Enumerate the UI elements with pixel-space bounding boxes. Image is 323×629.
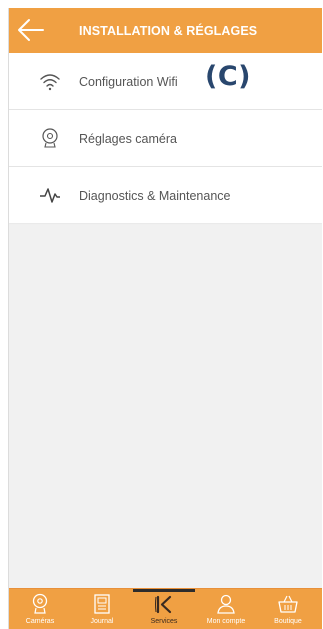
menu-item-label: Configuration Wifi	[79, 75, 178, 89]
menu-item-diagnostics[interactable]: Diagnostics & Maintenance	[9, 167, 322, 223]
tab-label: Mon compte	[206, 618, 246, 625]
k-logo-icon	[155, 595, 172, 614]
header-bar: INSTALLATION & RÉGLAGES	[9, 8, 322, 53]
tab-cameras[interactable]: Caméras	[9, 589, 71, 629]
active-tab-indicator	[133, 589, 195, 592]
arrow-left-icon	[18, 19, 44, 41]
tab-account[interactable]: Mon compte	[195, 589, 257, 629]
user-icon	[217, 594, 235, 614]
bottom-tab-bar: Caméras Journal Services Mon compte Bout…	[9, 588, 322, 629]
camera-icon	[42, 128, 58, 148]
tab-services[interactable]: Services	[133, 589, 195, 629]
tab-journal[interactable]: Journal	[71, 589, 133, 629]
menu-item-camera-settings[interactable]: Réglages caméra	[9, 110, 322, 167]
tab-label: Journal	[90, 618, 114, 625]
camera-icon	[32, 593, 48, 614]
tab-label: Services	[150, 618, 178, 625]
tab-label: Boutique	[274, 618, 302, 625]
menu-item-label: Réglages caméra	[79, 132, 177, 146]
settings-menu: Configuration Wifi Réglages caméra Diagn…	[9, 53, 322, 223]
basket-icon	[278, 595, 298, 613]
app-screen: INSTALLATION & RÉGLAGES Configuration Wi…	[8, 8, 322, 629]
menu-item-wifi[interactable]: Configuration Wifi	[9, 53, 322, 110]
tab-shop[interactable]: Boutique	[257, 589, 319, 629]
pulse-icon	[40, 188, 60, 203]
wifi-icon	[40, 74, 60, 91]
tab-label: Caméras	[25, 618, 55, 625]
menu-item-label: Diagnostics & Maintenance	[79, 189, 231, 203]
annotation-label: (C)	[205, 61, 251, 92]
journal-icon	[94, 594, 110, 614]
back-button[interactable]	[15, 16, 45, 44]
page-title: INSTALLATION & RÉGLAGES	[79, 24, 258, 38]
